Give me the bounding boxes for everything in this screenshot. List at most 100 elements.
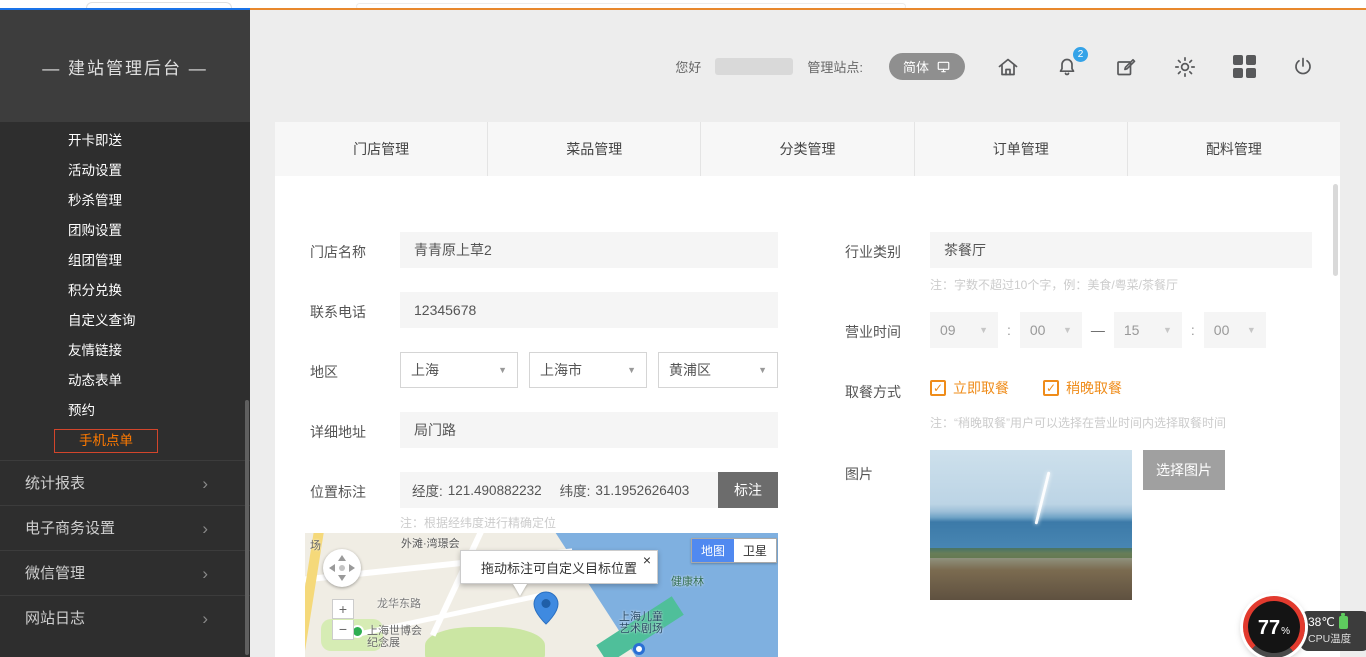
district-select[interactable]: 黄浦区 ▼ [658,352,778,388]
gauge-percent-sign: % [1281,626,1290,637]
satellite-view-button[interactable]: 卫星 [734,539,776,562]
map-pin-icon[interactable] [533,591,559,625]
sidebar-item-flash-sale[interactable]: 秒杀管理 [0,186,250,216]
sidebar-item-group-buy[interactable]: 团购设置 [0,216,250,246]
content-scrollbar[interactable] [1333,184,1338,276]
sidebar-item-activity[interactable]: 活动设置 [0,156,250,186]
chevron-right-icon: › [202,506,208,551]
tab-category-management[interactable]: 分类管理 [701,122,914,176]
tab-store-management[interactable]: 门店管理 [275,122,488,176]
hours-dash: — [1091,322,1105,338]
longitude-value: 121.490882232 [448,483,542,498]
caret-down-icon: ▼ [758,365,767,375]
industry-note: 注：字数不超过10个字，例：美食/粤菜/茶餐厅 [930,276,1178,293]
language-pill-button[interactable]: 简体 [889,53,965,80]
map-label-theater-line2: 艺术剧场 [619,623,663,635]
tab-order-management[interactable]: 订单管理 [915,122,1128,176]
pickup-option-immediate[interactable]: ✓ 立即取餐 [930,378,1009,398]
sidebar-item-card-gift[interactable]: 开卡即送 [0,126,250,156]
map-pan-control[interactable] [323,549,361,587]
edit-icon[interactable] [1113,54,1139,80]
sidebar-section-stats[interactable]: 统计报表 › [0,460,250,505]
checkbox-checked-icon[interactable]: ✓ [930,380,946,396]
sidebar-section-wechat[interactable]: 微信管理 › [0,550,250,595]
sidebar-item-team[interactable]: 组团管理 [0,246,250,276]
cpu-temp-label: CPU温度 [1308,631,1366,646]
sidebar-section-ecommerce[interactable]: 电子商务设置 › [0,505,250,550]
map-type-switch: 地图 卫星 [691,538,777,563]
sidebar: — 建站管理后台 — 开卡即送 活动设置 秒杀管理 团购设置 组团管理 积分兑换… [0,10,250,657]
pan-left-icon [329,564,335,572]
choose-image-button[interactable]: 选择图片 [1143,450,1225,490]
tooltip-close-icon[interactable]: × [643,552,651,568]
cpu-temp-pill: 38℃ CPU温度 [1300,611,1366,651]
zoom-in-button[interactable]: + [332,599,354,619]
map-label-park-name: 健康林 [671,573,704,589]
open-hour-select[interactable]: 09 ▼ [930,312,998,348]
tab-ingredient-management[interactable]: 配料管理 [1128,122,1340,176]
sidebar-scrollbar[interactable] [245,400,249,655]
caret-down-icon: ▼ [627,365,636,375]
pan-right-icon [349,564,355,572]
chevron-right-icon: › [202,461,208,506]
checkbox-checked-icon[interactable]: ✓ [1043,380,1059,396]
coordinates-field[interactable]: 经度: 121.490882232 纬度: 31.1952626403 [400,472,718,508]
close-minute-select[interactable]: 00 ▼ [1204,312,1266,348]
map-metro-icon [633,643,645,655]
city-select[interactable]: 上海市 ▼ [529,352,647,388]
phone-input[interactable] [400,292,778,328]
caret-down-icon: ▼ [1063,325,1072,335]
region-label: 地区 [310,362,338,382]
close-hour-select[interactable]: 15 ▼ [1114,312,1182,348]
battery-status-icon [1339,616,1348,629]
map-view-button[interactable]: 地图 [692,539,734,562]
tab-dish-management[interactable]: 菜品管理 [488,122,701,176]
photo-fountain [1035,471,1051,524]
main-area: 您好 管理站点: 简体 2 [250,10,1366,657]
business-hours-label: 营业时间 [845,322,901,342]
address-input[interactable] [400,412,778,448]
location-note: 注：根据经纬度进行精确定位 [400,514,556,531]
longitude-label: 经度: [412,480,443,500]
section-label: 微信管理 [25,565,85,582]
mark-location-button[interactable]: 标注 [718,472,778,508]
map-label-bund: 外滩·湾璟会 [401,535,460,551]
sidebar-section-logs[interactable]: 网站日志 › [0,595,250,640]
province-select[interactable]: 上海 ▼ [400,352,518,388]
gear-icon[interactable] [1172,54,1198,80]
username-redacted [715,58,793,75]
map-label-partial: 场 [310,537,321,553]
gauge-percent-value: 77 [1258,617,1280,640]
sidebar-title: — 建站管理后台 — [0,10,250,122]
sidebar-item-mobile-order-active[interactable]: 手机点单 [54,429,158,453]
gauge-face: 77 % [1248,601,1300,653]
apps-grid-icon[interactable] [1231,54,1257,80]
open-minute-select[interactable]: 00 ▼ [1020,312,1082,348]
home-icon[interactable] [995,54,1021,80]
store-name-label: 门店名称 [310,242,366,262]
cpu-usage-gauge[interactable]: 77 % [1243,596,1305,657]
bell-icon[interactable]: 2 [1054,54,1080,80]
sidebar-item-points[interactable]: 积分兑换 [0,276,250,306]
sidebar-item-dynamic-form[interactable]: 动态表单 [0,366,250,396]
pickup-option-later[interactable]: ✓ 稍晚取餐 [1043,378,1122,398]
manage-site-label: 管理站点: [807,57,863,76]
sidebar-item-custom-query[interactable]: 自定义查询 [0,306,250,336]
location-label: 位置标注 [310,482,366,502]
caret-down-icon: ▼ [498,365,507,375]
industry-input[interactable] [930,232,1312,268]
latitude-value: 31.1952626403 [595,483,689,498]
chevron-right-icon: › [202,596,208,641]
map-label-expo: 上海世博会 纪念展 [367,625,422,649]
store-name-input[interactable] [400,232,778,268]
city-value: 上海市 [540,360,582,380]
sidebar-item-booking[interactable]: 预约 [0,396,250,426]
sidebar-item-links[interactable]: 友情链接 [0,336,250,366]
zoom-out-button[interactable]: − [332,620,354,640]
location-map[interactable]: 场 外滩·湾璟会 龙华东路 上海世博会 纪念展 上海儿童 艺术剧场 健康林 [305,533,778,657]
header-icons: 2 [995,54,1316,80]
chevron-right-icon: › [202,551,208,596]
caret-down-icon: ▼ [1247,325,1256,335]
pickup-method-label: 取餐方式 [845,382,901,402]
power-icon[interactable] [1290,54,1316,80]
